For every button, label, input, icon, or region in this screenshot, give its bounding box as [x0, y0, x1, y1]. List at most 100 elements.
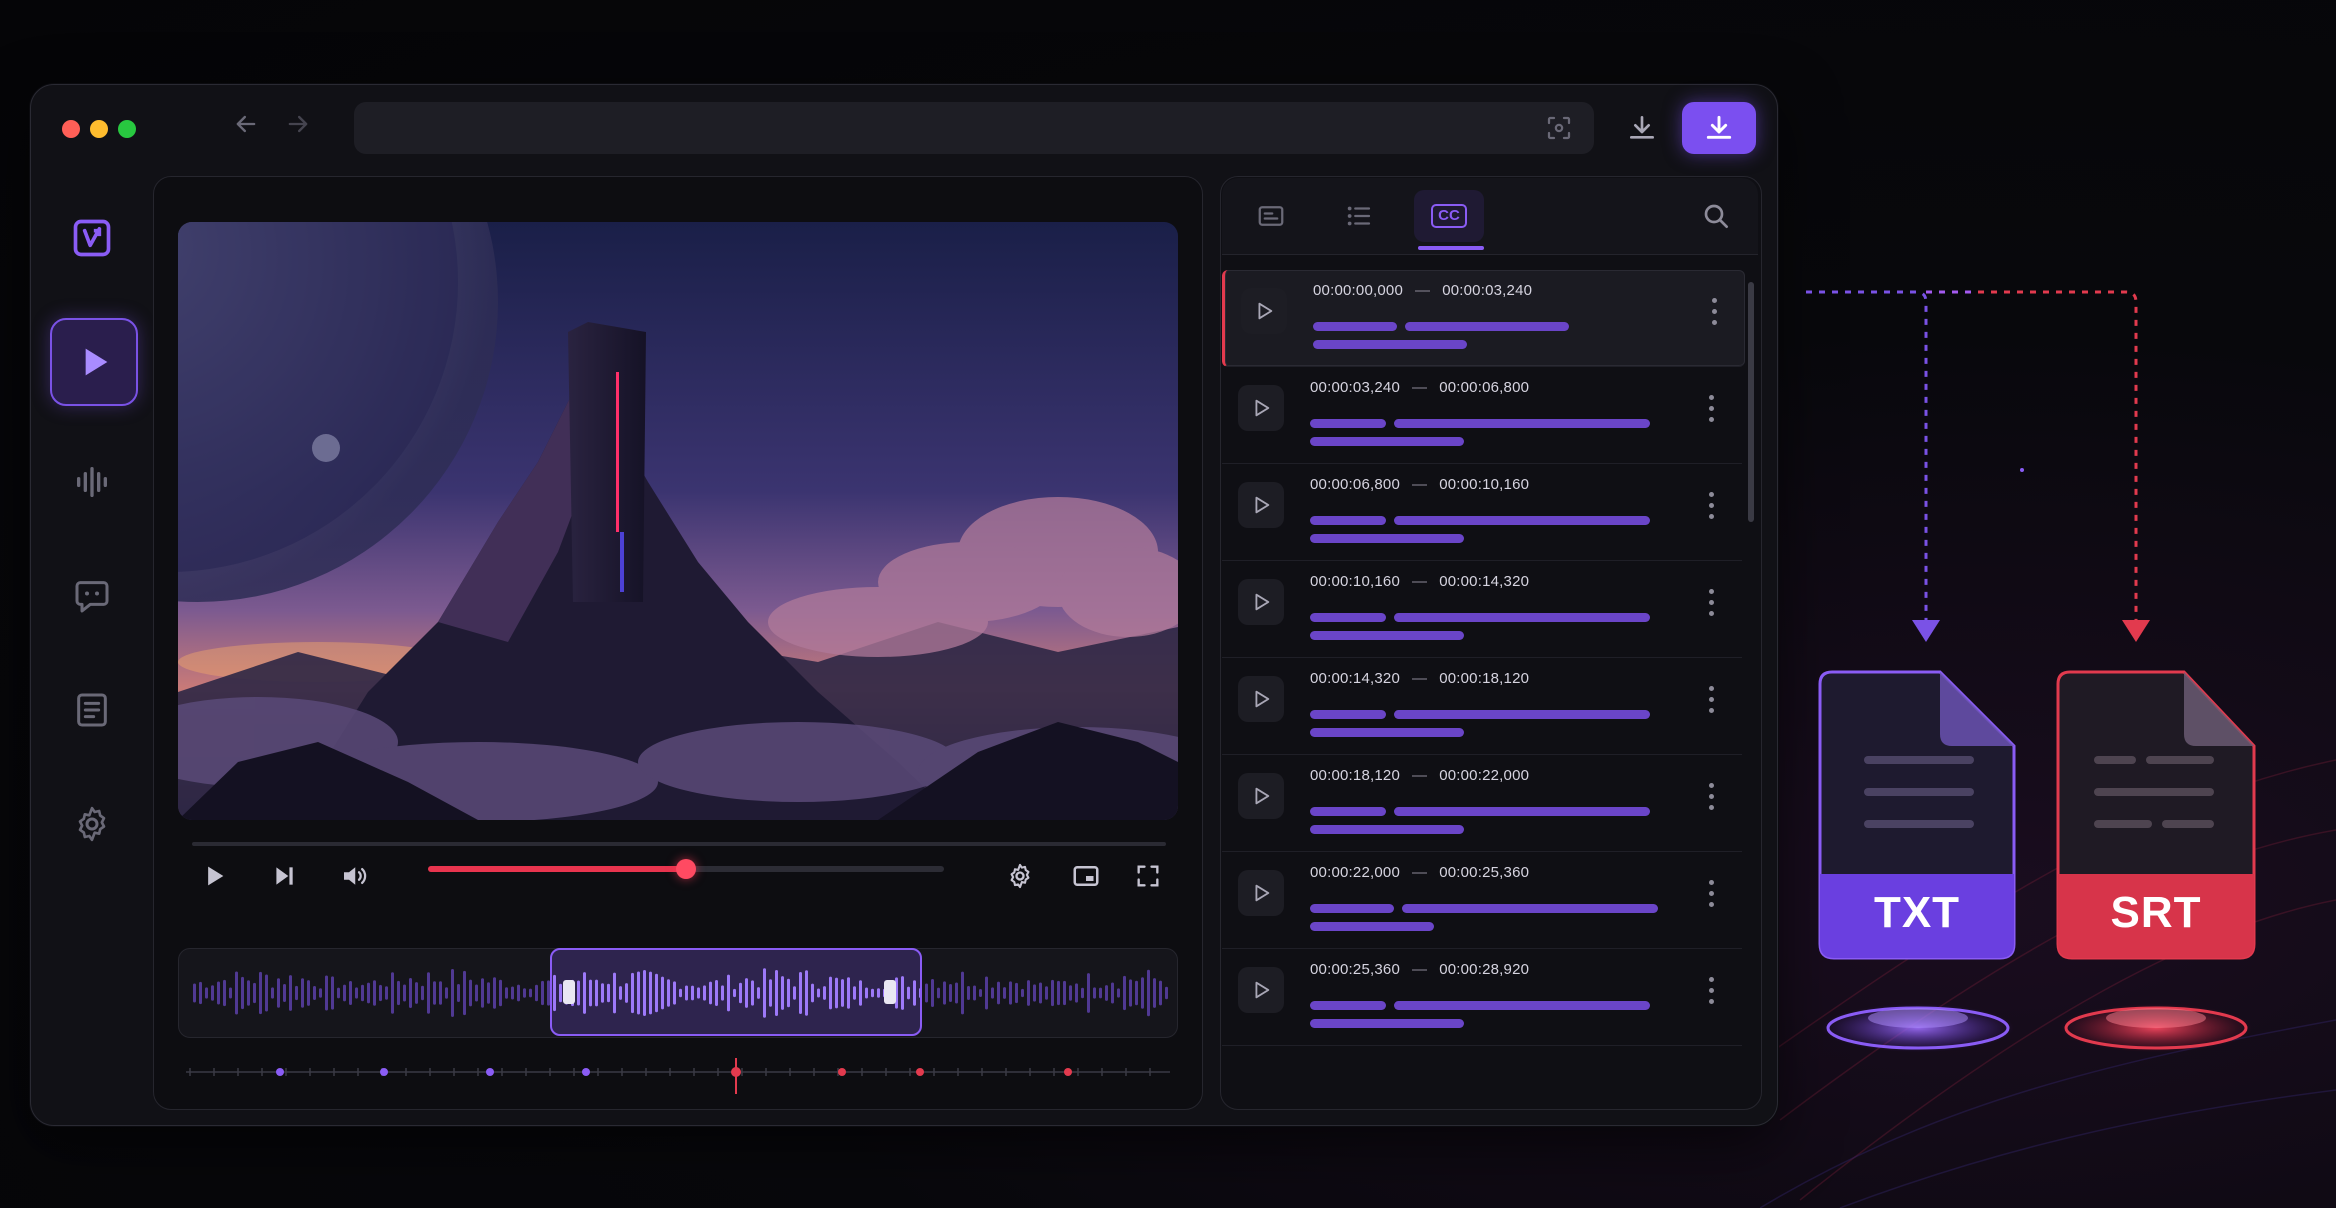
subtitle-start-time: 00:00:10,160	[1310, 573, 1400, 590]
search-button[interactable]	[1700, 200, 1736, 236]
screen-capture-icon[interactable]	[1544, 113, 1574, 143]
waveform-bar	[541, 980, 544, 1006]
subtitle-end-time: 00:00:22,000	[1439, 767, 1530, 784]
subtitle-end-time: 00:00:14,320	[1439, 573, 1530, 590]
waveform-bar	[415, 982, 418, 1004]
export-download-button[interactable]	[1682, 102, 1756, 154]
window-maximize-button[interactable]	[118, 120, 136, 138]
waveform-bar	[1003, 987, 1006, 999]
row-menu-button[interactable]	[1706, 686, 1716, 720]
picture-in-picture-button[interactable]	[1064, 854, 1108, 898]
tab-captions[interactable]	[1236, 190, 1306, 242]
gear-icon	[1010, 863, 1030, 889]
timeline-marker[interactable]	[916, 1068, 924, 1076]
sidebar-item-audio[interactable]	[50, 440, 134, 524]
play-icon	[208, 866, 224, 886]
waveform-bar	[253, 982, 256, 1004]
waveform-bar	[313, 986, 316, 1000]
timeline-marker[interactable]	[276, 1068, 284, 1076]
sidebar-item-chat[interactable]	[50, 554, 134, 638]
subtitle-play-button[interactable]	[1238, 482, 1284, 528]
window-close-button[interactable]	[62, 120, 80, 138]
selection-end-handle[interactable]	[884, 980, 896, 1004]
subtitle-row[interactable]: 00:00:00,000 — 00:00:03,240	[1222, 270, 1745, 367]
waveform-bar	[517, 984, 520, 1002]
timeline-marker[interactable]	[380, 1068, 388, 1076]
row-menu-button[interactable]	[1706, 783, 1716, 817]
play-icon	[1255, 787, 1270, 805]
waveform-bar	[1087, 973, 1090, 1013]
waveform-bar	[211, 985, 214, 1001]
subtitle-play-button[interactable]	[1238, 579, 1284, 625]
subtitle-play-button[interactable]	[1238, 676, 1284, 722]
volume-button[interactable]	[332, 854, 376, 898]
subtitle-play-button[interactable]	[1238, 385, 1284, 431]
waveform-bar	[235, 971, 238, 1015]
time-separator: —	[1411, 670, 1428, 687]
waveform-bar	[271, 987, 274, 999]
fullscreen-button[interactable]	[1126, 854, 1170, 898]
download-button[interactable]	[1616, 102, 1668, 154]
time-separator: —	[1411, 379, 1428, 396]
waveform-bar	[949, 983, 952, 1003]
window-minimize-button[interactable]	[90, 120, 108, 138]
subtitle-play-button[interactable]	[1238, 773, 1284, 819]
selection-start-handle[interactable]	[563, 980, 575, 1004]
subtitle-start-time: 00:00:25,360	[1310, 961, 1400, 978]
subtitle-scrollbar[interactable]	[1748, 282, 1754, 522]
subtitle-row[interactable]: 00:00:25,360 — 00:00:28,920	[1222, 949, 1742, 1046]
search-icon	[1704, 204, 1728, 228]
player-settings-button[interactable]	[998, 854, 1042, 898]
waveform-selection[interactable]	[550, 948, 922, 1036]
subtitle-start-time: 00:00:06,800	[1310, 476, 1400, 493]
subtitle-row[interactable]: 00:00:18,120 — 00:00:22,000	[1222, 755, 1742, 852]
subtitle-row[interactable]: 00:00:22,000 — 00:00:25,360	[1222, 852, 1742, 949]
video-preview[interactable]	[178, 222, 1178, 820]
subtitle-play-button[interactable]	[1238, 967, 1284, 1013]
play-icon	[1255, 399, 1270, 417]
row-menu-button[interactable]	[1706, 492, 1716, 526]
forward-button[interactable]	[278, 110, 318, 146]
download-icon	[1706, 115, 1732, 139]
progress-handle[interactable]	[676, 859, 696, 879]
sidebar-item-transcript[interactable]	[50, 668, 134, 752]
waveform-bar	[229, 987, 232, 999]
row-menu-button[interactable]	[1706, 395, 1716, 429]
waveform-bar	[199, 981, 202, 1005]
subtitle-row[interactable]: 00:00:03,240 — 00:00:06,800	[1222, 367, 1742, 464]
timeline-marker[interactable]	[838, 1068, 846, 1076]
subtitle-text-placeholder	[1394, 613, 1650, 622]
skip-next-icon	[276, 867, 293, 885]
row-menu-button[interactable]	[1709, 298, 1719, 332]
play-icon	[1255, 884, 1270, 902]
kebab-dot	[1708, 783, 1714, 788]
address-bar[interactable]	[354, 102, 1594, 154]
tab-list[interactable]	[1324, 190, 1394, 242]
logo-icon	[73, 219, 111, 257]
time-separator: —	[1411, 573, 1428, 590]
subtitle-row[interactable]: 00:00:06,800 — 00:00:10,160	[1222, 464, 1742, 561]
row-menu-button[interactable]	[1706, 589, 1716, 623]
app-logo[interactable]	[50, 196, 134, 280]
waveform-bar	[325, 975, 328, 1011]
timeline-marker[interactable]	[486, 1068, 494, 1076]
play-button[interactable]	[192, 854, 236, 898]
waveform-bar	[1123, 975, 1126, 1011]
sidebar-item-settings[interactable]	[50, 782, 134, 866]
timeline-marker[interactable]	[582, 1068, 590, 1076]
next-button[interactable]	[262, 854, 306, 898]
arrow-right-icon	[288, 115, 308, 133]
sidebar-item-player[interactable]	[50, 318, 138, 406]
tab-cc[interactable]: CC	[1414, 190, 1484, 242]
timeline-marker[interactable]	[1064, 1068, 1072, 1076]
subtitle-play-button[interactable]	[1238, 870, 1284, 916]
row-menu-button[interactable]	[1706, 880, 1716, 914]
back-button[interactable]	[226, 110, 266, 146]
subtitle-play-button[interactable]	[1241, 288, 1287, 334]
subtitle-row[interactable]: 00:00:10,160 — 00:00:14,320	[1222, 561, 1742, 658]
subtitle-row[interactable]: 00:00:14,320 — 00:00:18,120	[1222, 658, 1742, 755]
timeline-ruler[interactable]	[186, 1056, 1170, 1096]
waveform-bar	[967, 986, 970, 1000]
subtitle-text-placeholder	[1310, 825, 1464, 834]
row-menu-button[interactable]	[1706, 977, 1716, 1011]
